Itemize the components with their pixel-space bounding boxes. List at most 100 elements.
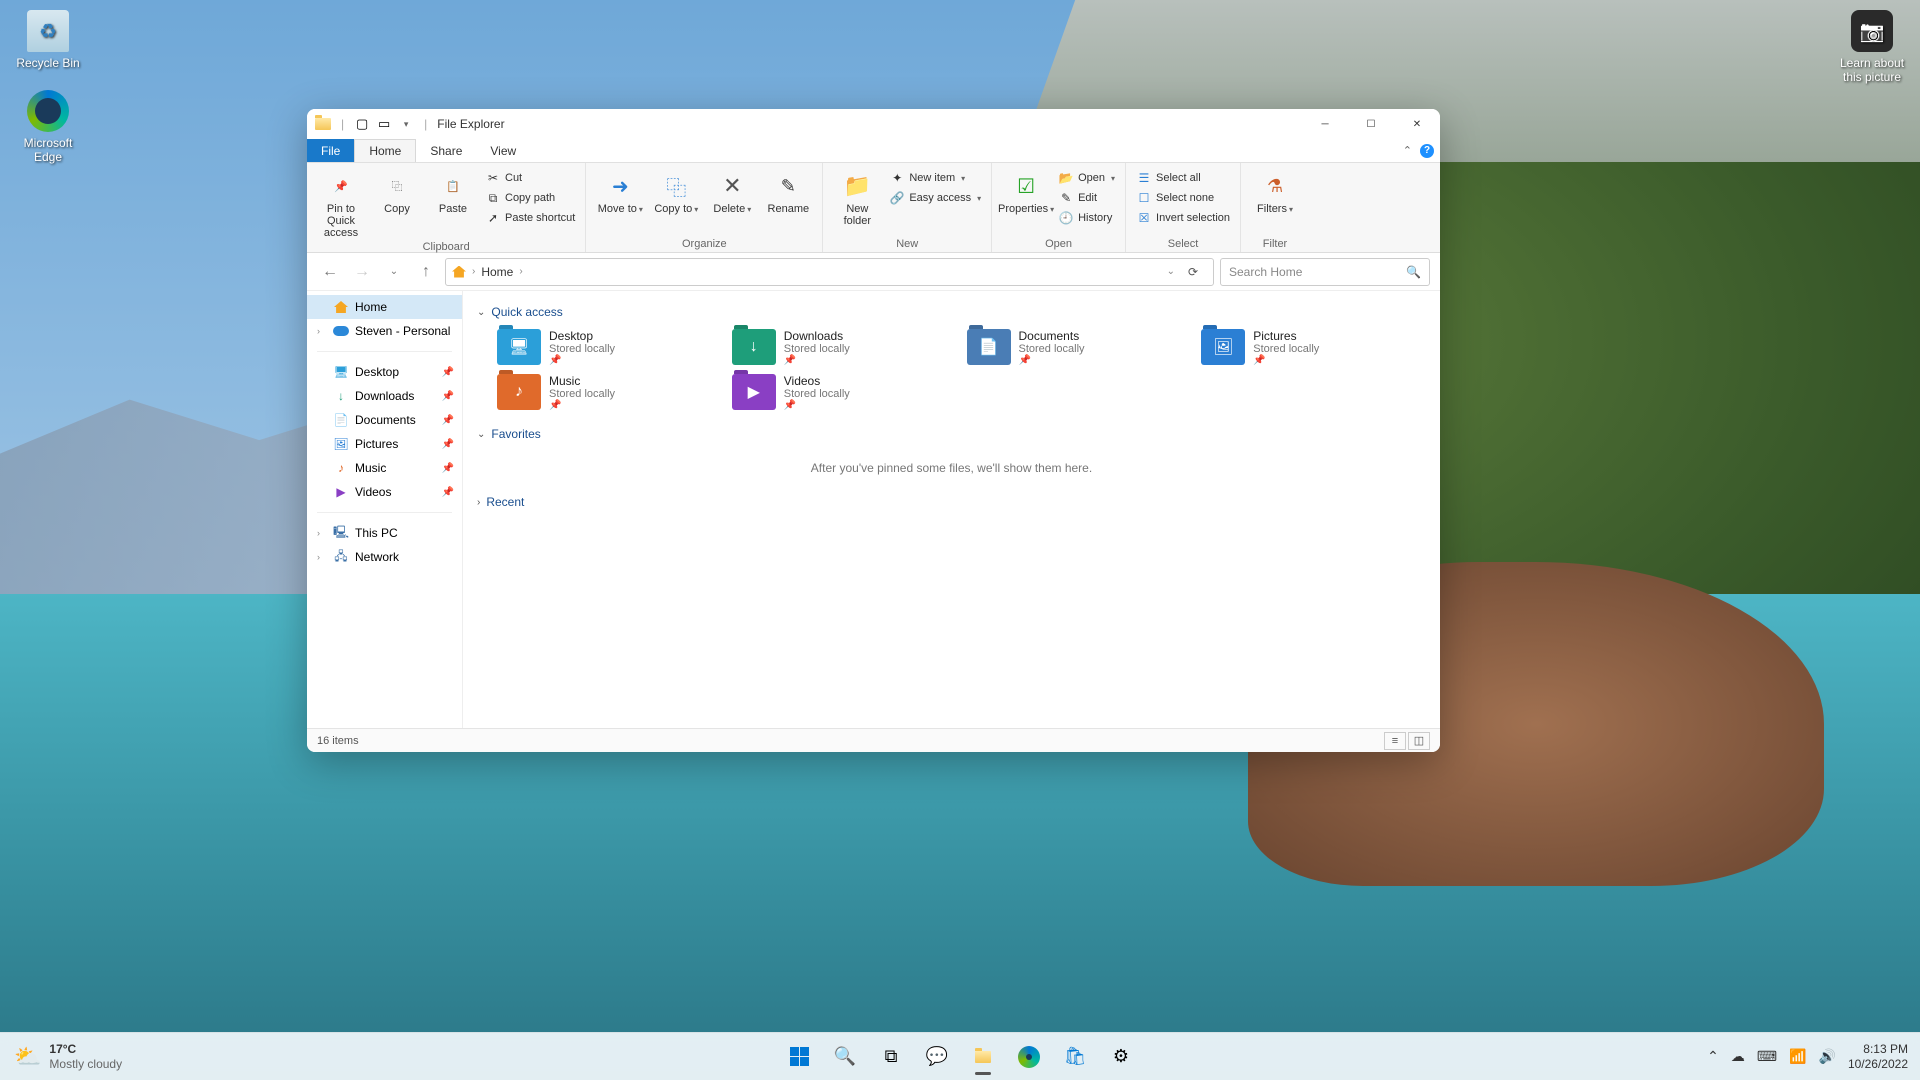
copy-button[interactable]: Copy xyxy=(371,167,423,215)
taskbar-weather[interactable]: ⛅ 17°C Mostly cloudy xyxy=(0,1042,122,1071)
filters-button[interactable]: Filters▾ xyxy=(1249,167,1301,215)
sidebar-item-desktop[interactable]: 🖥Desktop📌 xyxy=(307,360,462,384)
view-large-button[interactable]: ◫ xyxy=(1408,732,1430,750)
rename-button[interactable]: Rename xyxy=(762,167,814,215)
tab-view[interactable]: View xyxy=(476,139,530,162)
delete-button[interactable]: Delete▾ xyxy=(706,167,758,215)
item-name: Music xyxy=(549,374,615,388)
select-none-button[interactable]: Select none xyxy=(1134,189,1232,207)
select-all-button[interactable]: Select all xyxy=(1134,169,1232,187)
pin-icon: 📌 xyxy=(442,463,454,474)
language-tray-icon[interactable]: ⌨ xyxy=(1757,1048,1777,1065)
tab-file[interactable]: File xyxy=(307,139,354,162)
window-title: File Explorer xyxy=(437,117,504,131)
history-button[interactable]: History xyxy=(1056,209,1117,227)
qat-properties-icon[interactable]: ▢ xyxy=(352,114,372,134)
navigation-pane[interactable]: Home › Steven - Personal 🖥Desktop📌 ↓Down… xyxy=(307,291,463,728)
nav-forward-button[interactable]: → xyxy=(349,259,375,285)
new-item-button[interactable]: New item▾ xyxy=(887,169,983,187)
sidebar-item-network[interactable]: ›🖧Network xyxy=(307,545,462,569)
tab-home[interactable]: Home xyxy=(354,139,416,162)
volume-tray-icon[interactable]: 🔊 xyxy=(1819,1048,1836,1065)
tab-share[interactable]: Share xyxy=(416,139,476,162)
tray-overflow-icon[interactable]: ⌃ xyxy=(1707,1048,1719,1065)
paste-button[interactable]: Paste xyxy=(427,167,479,215)
nav-up-button[interactable]: ↑ xyxy=(413,259,439,285)
pin-quick-access-button[interactable]: Pin to Quick access xyxy=(315,167,367,239)
desktop-icon-edge[interactable]: Microsoft Edge xyxy=(10,90,86,164)
edge-label: Microsoft Edge xyxy=(10,136,86,164)
network-icon: 🖧 xyxy=(333,549,349,565)
content-pane[interactable]: ⌄ Quick access 🖥DesktopStored locally📌 ↓D… xyxy=(463,291,1440,728)
start-button[interactable] xyxy=(779,1037,819,1077)
close-button[interactable]: ✕ xyxy=(1394,109,1440,139)
paste-shortcut-button[interactable]: ➚Paste shortcut xyxy=(483,209,577,227)
section-quick-access-header[interactable]: ⌄ Quick access xyxy=(477,301,1426,323)
taskview-icon: ⧉ xyxy=(885,1046,898,1067)
quick-access-item[interactable]: 🖼PicturesStored locally📌 xyxy=(1201,329,1426,366)
help-icon[interactable]: ? xyxy=(1420,144,1434,158)
sidebar-item-home[interactable]: Home xyxy=(307,295,462,319)
breadcrumb-home[interactable]: Home xyxy=(481,265,513,279)
search-placeholder: Search Home xyxy=(1229,265,1302,279)
taskbar[interactable]: ⛅ 17°C Mostly cloudy 🔍 ⧉ 💬 🛍 ⚙ ⌃ ☁ ⌨ 📶 🔊… xyxy=(0,1032,1920,1080)
address-dropdown-icon[interactable]: ⌄ xyxy=(1167,266,1175,277)
quick-access-item[interactable]: ▶VideosStored locally📌 xyxy=(732,374,957,411)
ribbon-collapse-icon[interactable]: ⌃ xyxy=(1403,144,1412,157)
taskbar-clock[interactable]: 8:13 PM 10/26/2022 xyxy=(1848,1042,1908,1071)
chevron-down-icon: ⌄ xyxy=(477,429,485,440)
minimize-button[interactable]: ─ xyxy=(1302,109,1348,139)
chevron-right-icon[interactable]: › xyxy=(317,326,320,336)
quick-access-item[interactable]: ♪MusicStored locally📌 xyxy=(497,374,722,411)
sidebar-item-videos[interactable]: ▶Videos📌 xyxy=(307,480,462,504)
edit-button[interactable]: Edit xyxy=(1056,189,1117,207)
open-button[interactable]: Open▾ xyxy=(1056,169,1117,187)
view-details-button[interactable]: ≡ xyxy=(1384,732,1406,750)
taskbar-taskview-button[interactable]: ⧉ xyxy=(871,1037,911,1077)
taskbar-store-button[interactable]: 🛍 xyxy=(1055,1037,1095,1077)
desktop-icon-recycle-bin[interactable]: Recycle Bin xyxy=(10,10,86,70)
chevron-right-icon: › xyxy=(517,266,524,277)
taskbar-explorer-button[interactable] xyxy=(963,1037,1003,1077)
sidebar-item-thispc[interactable]: ›🖳This PC xyxy=(307,521,462,545)
cut-button[interactable]: Cut xyxy=(483,169,577,187)
titlebar[interactable]: | ▢ ▭ ▾ | File Explorer ─ ☐ ✕ xyxy=(307,109,1440,139)
properties-button[interactable]: Properties▾ xyxy=(1000,167,1052,215)
sidebar-item-onedrive[interactable]: › Steven - Personal xyxy=(307,319,462,343)
chevron-right-icon[interactable]: › xyxy=(317,528,320,538)
sidebar-item-music[interactable]: ♪Music📌 xyxy=(307,456,462,480)
quick-access-item[interactable]: 🖥DesktopStored locally📌 xyxy=(497,329,722,366)
easy-access-button[interactable]: Easy access▾ xyxy=(887,189,983,207)
taskbar-settings-button[interactable]: ⚙ xyxy=(1101,1037,1141,1077)
network-tray-icon[interactable]: 📶 xyxy=(1789,1048,1806,1065)
nav-back-button[interactable]: ← xyxy=(317,259,343,285)
taskbar-search-button[interactable]: 🔍 xyxy=(825,1037,865,1077)
qat-newfolder-icon[interactable]: ▭ xyxy=(374,114,394,134)
search-input[interactable]: Search Home 🔍 xyxy=(1220,258,1430,286)
sidebar-item-documents[interactable]: 📄Documents📌 xyxy=(307,408,462,432)
sidebar-item-downloads[interactable]: ↓Downloads📌 xyxy=(307,384,462,408)
quick-access-item[interactable]: ↓DownloadsStored locally📌 xyxy=(732,329,957,366)
address-bar[interactable]: › Home › ⌄ ⟳ xyxy=(445,258,1214,286)
onedrive-tray-icon[interactable]: ☁ xyxy=(1731,1048,1745,1065)
move-to-button[interactable]: Move to▾ xyxy=(594,167,646,215)
taskbar-edge-button[interactable] xyxy=(1009,1037,1049,1077)
item-name: Downloads xyxy=(784,329,850,343)
copy-path-button[interactable]: ⧉Copy path xyxy=(483,189,577,207)
maximize-button[interactable]: ☐ xyxy=(1348,109,1394,139)
chevron-right-icon[interactable]: › xyxy=(317,552,320,562)
section-favorites-header[interactable]: ⌄ Favorites xyxy=(477,423,1426,445)
desktop-icon-learn-picture[interactable]: Learn about this picture xyxy=(1834,10,1910,84)
sidebar-item-pictures[interactable]: 🖼Pictures📌 xyxy=(307,432,462,456)
home-icon xyxy=(452,266,466,278)
qat-customize-dropdown[interactable]: ▾ xyxy=(396,114,416,134)
copy-to-button[interactable]: Copy to▾ xyxy=(650,167,702,215)
ribbon-group-open: Properties▾ Open▾ Edit History Open xyxy=(992,163,1126,252)
invert-selection-button[interactable]: Invert selection xyxy=(1134,209,1232,227)
section-recent-header[interactable]: › Recent xyxy=(477,491,1426,513)
nav-recent-dropdown[interactable]: ⌄ xyxy=(381,259,407,285)
new-folder-button[interactable]: New folder xyxy=(831,167,883,227)
quick-access-item[interactable]: 📄DocumentsStored locally📌 xyxy=(967,329,1192,366)
refresh-button[interactable]: ⟳ xyxy=(1179,265,1207,279)
taskbar-chat-button[interactable]: 💬 xyxy=(917,1037,957,1077)
